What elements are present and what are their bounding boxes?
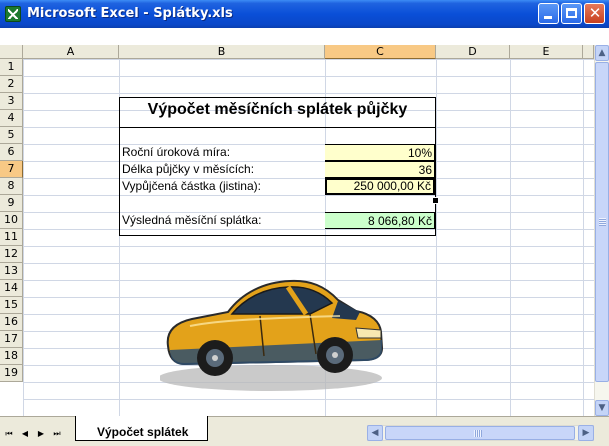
- grip-icon: [599, 218, 606, 226]
- loan-months-label[interactable]: Délka půjčky v měsících:: [120, 161, 325, 178]
- prev-sheet-button[interactable]: ◀: [20, 428, 30, 440]
- row-header-1[interactable]: 1: [0, 59, 23, 76]
- column-header-f-partial[interactable]: [583, 45, 594, 59]
- maximize-button[interactable]: [561, 3, 582, 24]
- scroll-down-button[interactable]: ▼: [595, 400, 609, 416]
- minimize-icon: [544, 16, 552, 19]
- sheet-heading: Výpočet měsíčních splátek půjčky: [147, 101, 408, 118]
- monthly-payment-cell[interactable]: 8 066,80 Kč: [325, 212, 435, 229]
- row-header-3[interactable]: 3: [0, 93, 23, 110]
- row-header-5[interactable]: 5: [0, 127, 23, 144]
- row-header-10[interactable]: 10: [0, 212, 23, 229]
- column-header-e[interactable]: E: [510, 45, 583, 59]
- row-header-4[interactable]: 4: [0, 110, 23, 127]
- maximize-icon: [566, 8, 577, 18]
- row-header-9[interactable]: 9: [0, 195, 23, 212]
- close-button[interactable]: ✕: [584, 3, 605, 24]
- grip-icon: [474, 430, 482, 437]
- car-clipart[interactable]: [160, 268, 386, 392]
- row-header-2[interactable]: 2: [0, 76, 23, 93]
- scroll-right-icon: ▶: [582, 428, 590, 438]
- scroll-down-icon: ▼: [598, 403, 606, 413]
- excel-app-icon[interactable]: [5, 6, 21, 22]
- row-header-11[interactable]: 11: [0, 229, 23, 246]
- monthly-payment-label[interactable]: Výsledná měsíční splátka:: [120, 212, 325, 229]
- horizontal-scroll-thumb[interactable]: [385, 426, 575, 440]
- loan-months-cell[interactable]: 36: [325, 161, 435, 178]
- heading-divider: [119, 127, 436, 128]
- next-sheet-button[interactable]: ▶: [36, 428, 46, 440]
- scroll-left-icon: ◀: [371, 428, 379, 438]
- gridline: [510, 59, 511, 416]
- principal-cell[interactable]: 250 000,00 Kč: [325, 178, 435, 195]
- column-header-d[interactable]: D: [436, 45, 510, 59]
- row-header-18[interactable]: 18: [0, 348, 23, 365]
- row-header-19[interactable]: 19: [0, 365, 23, 382]
- fill-handle[interactable]: [432, 197, 439, 204]
- vertical-scroll-thumb[interactable]: [595, 62, 609, 382]
- scroll-up-button[interactable]: ▲: [595, 45, 609, 61]
- column-header-b[interactable]: B: [119, 45, 325, 59]
- gridline: [583, 59, 584, 416]
- next-sheet-icon: ▶: [37, 429, 45, 438]
- row-header-6[interactable]: 6: [0, 144, 23, 161]
- close-icon: ✕: [588, 4, 602, 22]
- column-header-a[interactable]: A: [23, 45, 119, 59]
- sheet-tab-label[interactable]: Výpočet splátek: [97, 425, 188, 439]
- interest-rate-cell[interactable]: 10%: [325, 144, 435, 161]
- row-header-13[interactable]: 13: [0, 263, 23, 280]
- row-header-7[interactable]: 7: [0, 161, 23, 178]
- scroll-right-button[interactable]: ▶: [578, 425, 594, 441]
- row-header-14[interactable]: 14: [0, 280, 23, 297]
- row-header-8[interactable]: 8: [0, 178, 23, 195]
- scroll-left-button[interactable]: ◀: [367, 425, 383, 441]
- last-sheet-button[interactable]: ⏭: [52, 428, 62, 440]
- first-sheet-icon: ⏮: [5, 429, 13, 438]
- window-title: Microsoft Excel - Splátky.xls: [27, 6, 233, 21]
- window-frame-strip: [0, 28, 609, 45]
- principal-label[interactable]: Vypůjčená částka (jistina):: [120, 178, 325, 195]
- minimize-button[interactable]: [538, 3, 559, 24]
- first-sheet-button[interactable]: ⏮: [4, 428, 14, 440]
- title-bar[interactable]: Microsoft Excel - Splátky.xls ✕: [0, 0, 609, 29]
- scroll-up-icon: ▲: [598, 48, 606, 58]
- row-header-15[interactable]: 15: [0, 297, 23, 314]
- interest-rate-label[interactable]: Roční úroková míra:: [120, 144, 325, 161]
- row-header-17[interactable]: 17: [0, 331, 23, 348]
- select-all-corner[interactable]: [0, 45, 23, 59]
- row-header-12[interactable]: 12: [0, 246, 23, 263]
- last-sheet-icon: ⏭: [53, 429, 61, 438]
- row-header-16[interactable]: 16: [0, 314, 23, 331]
- gridline: [436, 59, 437, 416]
- column-header-c[interactable]: C: [325, 45, 436, 59]
- prev-sheet-icon: ◀: [21, 429, 29, 438]
